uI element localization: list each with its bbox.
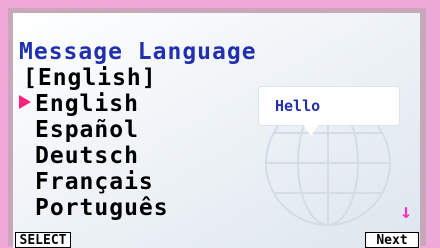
speech-bubble-tail: [303, 124, 319, 136]
language-option-deutsch[interactable]: Deutsch: [13, 143, 169, 169]
current-language-value: [English]: [23, 65, 157, 91]
scroll-down-icon: ↓: [400, 199, 413, 223]
language-option-english[interactable]: English: [13, 91, 169, 117]
calculator-screen: Message Language [English] English Españ…: [13, 13, 420, 248]
language-label: Deutsch: [35, 143, 139, 169]
next-button[interactable]: Next: [365, 232, 419, 248]
language-option-espanol[interactable]: Español: [13, 117, 169, 143]
page-title: Message Language: [19, 39, 257, 65]
select-button[interactable]: SELECT: [15, 232, 71, 248]
selection-cursor-icon: [19, 95, 31, 109]
language-label: Français: [35, 169, 154, 195]
language-label: Português: [35, 195, 169, 221]
speech-bubble: Hello: [259, 87, 399, 125]
language-option-portugues[interactable]: Português: [13, 195, 169, 221]
language-label: Español: [35, 117, 139, 143]
language-label: English: [35, 91, 139, 117]
preview-text: Hello: [275, 97, 321, 115]
language-list: English Español Deutsch Français Portugu…: [13, 91, 169, 221]
language-option-francais[interactable]: Français: [13, 169, 169, 195]
